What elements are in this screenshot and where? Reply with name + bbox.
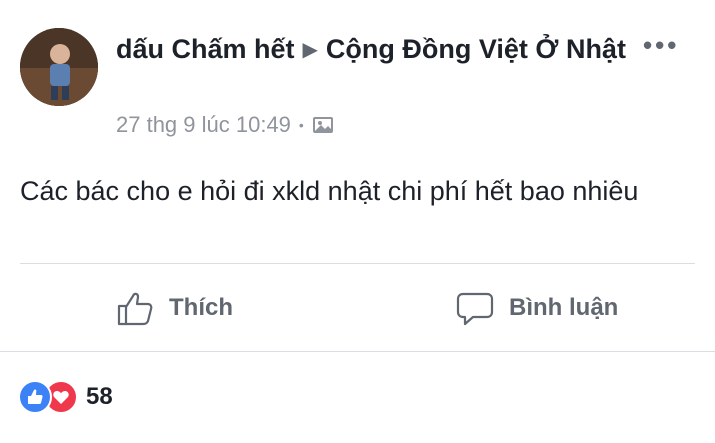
post-timestamp[interactable]: 27 thg 9 lúc 10:49	[116, 112, 291, 138]
divider	[20, 263, 695, 264]
author-name[interactable]: dấu Chấm hết	[116, 34, 295, 64]
divider	[0, 351, 715, 352]
post-text: Các bác cho e hỏi đi xkld nhật chi phí h…	[20, 176, 639, 206]
group-name[interactable]: Cộng Đồng Việt Ở Nhật	[326, 34, 626, 64]
avatar-photo-icon	[20, 28, 98, 106]
reactions-summary[interactable]: 58	[18, 380, 113, 414]
post-meta: 27 thg 9 lúc 10:49 •	[116, 112, 334, 138]
reaction-count: 58	[86, 383, 113, 410]
more-options-icon[interactable]: •••	[643, 30, 679, 60]
post-header: dấu Chấm hết ▶ Cộng Đồng Việt Ở Nhật	[116, 30, 636, 71]
post-card: dấu Chấm hết ▶ Cộng Đồng Việt Ở Nhật ••• 2…	[0, 0, 715, 443]
thumbs-up-icon	[117, 292, 153, 326]
like-button[interactable]: Thích	[115, 286, 233, 330]
arrow-right-icon: ▶	[302, 39, 318, 61]
photo-icon	[312, 117, 333, 133]
avatar[interactable]	[20, 28, 98, 106]
comment-button[interactable]: Bình luận	[455, 286, 618, 330]
comment-label: Bình luận	[509, 294, 619, 321]
like-reaction-icon	[18, 380, 52, 414]
comment-icon	[456, 292, 494, 326]
like-label: Thích	[169, 294, 233, 321]
separator-dot: •	[298, 117, 304, 133]
